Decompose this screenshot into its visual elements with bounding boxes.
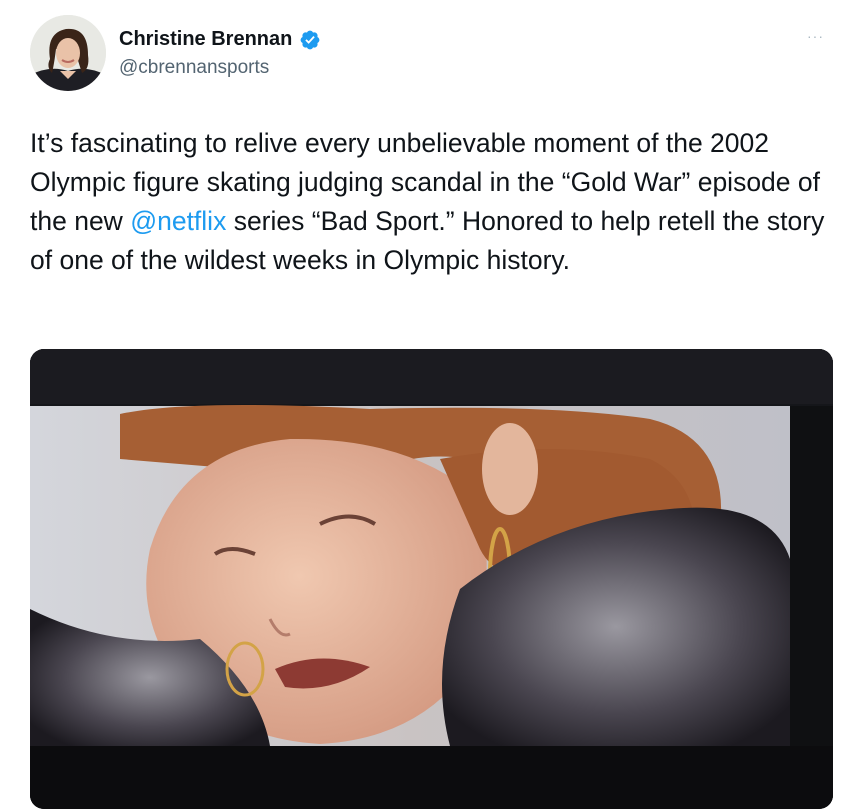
tv-screen-photo-icon xyxy=(30,349,833,809)
tweet-media-image[interactable] xyxy=(30,349,833,809)
avatar[interactable] xyxy=(30,15,106,91)
author-row: Christine Brennan xyxy=(119,28,321,51)
author-name[interactable]: Christine Brennan xyxy=(119,28,292,51)
verified-badge-icon xyxy=(300,30,320,49)
author-handle[interactable]: @cbrennansports xyxy=(119,57,269,79)
more-options-icon[interactable]: ··· xyxy=(807,28,824,44)
avatar-photo-icon xyxy=(30,15,106,91)
tweet-text: It’s fascinating to relive every unbelie… xyxy=(30,124,840,280)
mention-link[interactable]: @netflix xyxy=(130,206,226,236)
